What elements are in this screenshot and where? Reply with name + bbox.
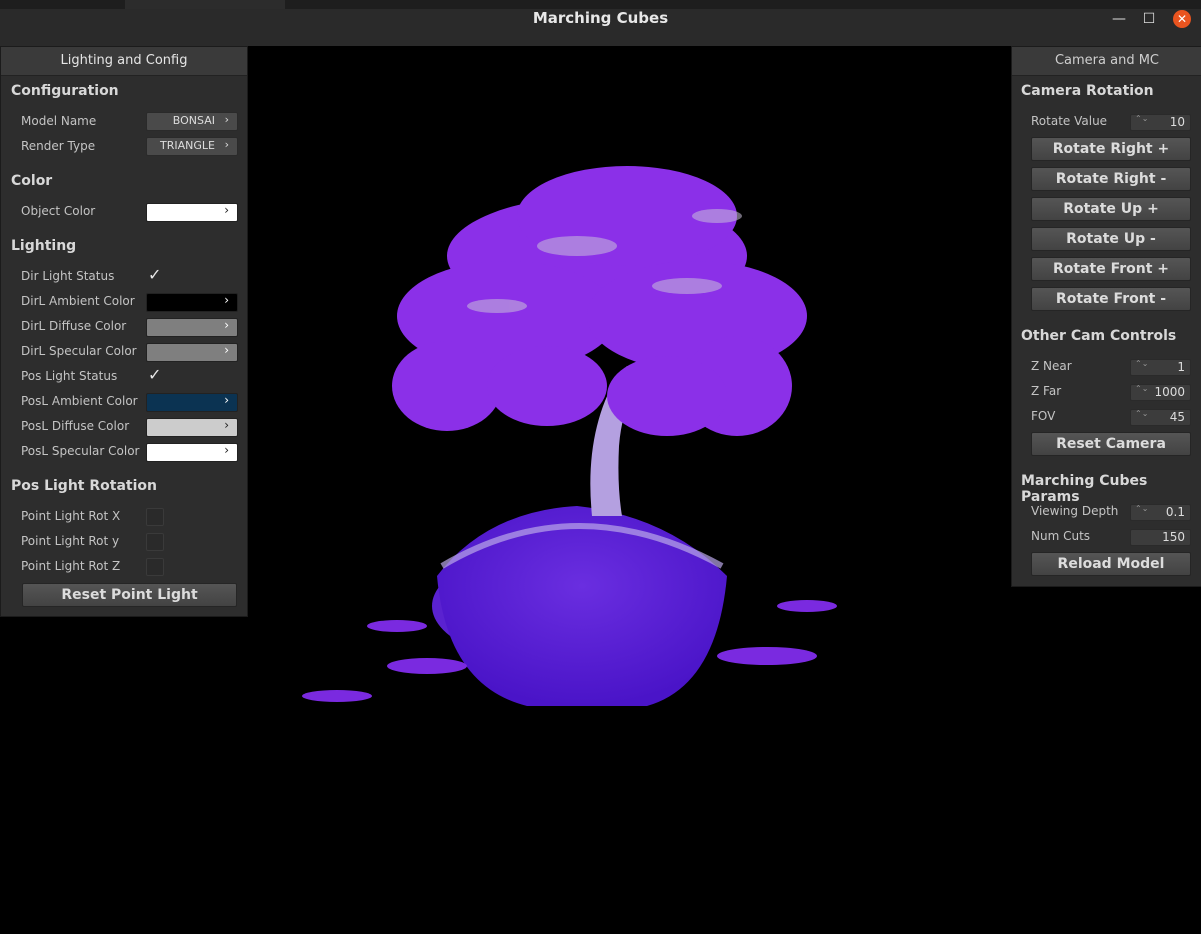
znear-value: 1 (1177, 360, 1185, 374)
minimize-icon[interactable]: — (1110, 10, 1128, 28)
pos-light-status-label: Pos Light Status (21, 369, 118, 383)
fov-label: FOV (1031, 409, 1056, 423)
reset-camera-button[interactable]: Reset Camera (1031, 432, 1191, 456)
znear-label: Z Near (1031, 359, 1072, 373)
reload-model-button[interactable]: Reload Model (1031, 552, 1191, 576)
section-camera-rotation: Camera Rotation (1021, 83, 1154, 99)
rot-z-checkbox[interactable] (146, 558, 164, 576)
rotate-right-plus-button[interactable]: Rotate Right + (1031, 137, 1191, 161)
rotate-up-plus-button[interactable]: Rotate Up + (1031, 197, 1191, 221)
camera-mc-panel: Camera and MC Camera Rotation Rotate Val… (1011, 46, 1201, 587)
rot-x-checkbox[interactable] (146, 508, 164, 526)
render-type-dropdown[interactable]: TRIANGLE › (146, 137, 238, 156)
lighting-config-panel: Lighting and Config Configuration Model … (0, 46, 248, 617)
chevron-right-icon: › (224, 443, 229, 457)
spinner-arrows-icon: ⌃⌄ (1135, 504, 1149, 513)
zfar-label: Z Far (1031, 384, 1062, 398)
chevron-right-icon: › (224, 343, 229, 357)
section-pos-light-rotation: Pos Light Rotation (11, 478, 157, 494)
chevron-right-icon: › (224, 293, 229, 307)
rotate-front-plus-button[interactable]: Rotate Front + (1031, 257, 1191, 281)
dir-light-status-checkbox[interactable]: ✓ (148, 267, 164, 283)
posl-ambient-label: PosL Ambient Color (21, 394, 138, 408)
num-cuts-label: Num Cuts (1031, 529, 1091, 543)
znear-spinner[interactable]: ⌃⌄ 1 (1130, 359, 1191, 376)
maximize-icon[interactable]: ☐ (1140, 10, 1158, 28)
3d-viewport[interactable] (247, 46, 1011, 930)
chevron-right-icon: › (224, 113, 229, 126)
spinner-arrows-icon: ⌃⌄ (1135, 384, 1149, 393)
spinner-arrows-icon: ⌃⌄ (1135, 359, 1149, 368)
posl-specular-swatch[interactable]: › (146, 443, 238, 462)
model-name-value: BONSAI (172, 114, 215, 127)
pos-light-status-checkbox[interactable]: ✓ (148, 367, 164, 383)
posl-diffuse-label: PosL Diffuse Color (21, 419, 130, 433)
chevron-right-icon: › (224, 138, 229, 151)
section-other-cam-controls: Other Cam Controls (1021, 328, 1177, 344)
rotate-up-minus-button[interactable]: Rotate Up - (1031, 227, 1191, 251)
zfar-spinner[interactable]: ⌃⌄ 1000 (1130, 384, 1191, 401)
foliage (392, 166, 807, 436)
chevron-right-icon: › (224, 393, 229, 407)
reset-point-light-button[interactable]: Reset Point Light (22, 583, 237, 607)
posl-specular-label: PosL Specular Color (21, 444, 140, 458)
dirl-ambient-swatch[interactable]: › (146, 293, 238, 312)
render-type-value: TRIANGLE (160, 139, 215, 152)
num-cuts-value: 150 (1162, 530, 1185, 544)
zfar-value: 1000 (1154, 385, 1185, 399)
rotate-value-spinner[interactable]: ⌃⌄ 10 (1130, 114, 1191, 131)
chevron-right-icon: › (224, 203, 229, 217)
top-strip (0, 0, 1201, 9)
dirl-diffuse-swatch[interactable]: › (146, 318, 238, 337)
model-name-dropdown[interactable]: BONSAI › (146, 112, 238, 131)
rotate-front-minus-button[interactable]: Rotate Front - (1031, 287, 1191, 311)
rotate-value-label: Rotate Value (1031, 114, 1108, 128)
panel-header[interactable]: Lighting and Config (1, 47, 247, 76)
section-mc-params: Marching Cubes Params (1021, 473, 1148, 505)
chevron-right-icon: › (224, 318, 229, 332)
taskbar-tab (125, 0, 285, 9)
viewing-depth-spinner[interactable]: ⌃⌄ 0.1 (1130, 504, 1191, 521)
section-color: Color (11, 173, 53, 189)
rot-z-label: Point Light Rot Z (21, 559, 121, 573)
object-color-swatch[interactable]: › (146, 203, 238, 222)
posl-diffuse-swatch[interactable]: › (146, 418, 238, 437)
section-configuration: Configuration (11, 83, 119, 99)
rotate-value: 10 (1169, 115, 1185, 129)
spinner-arrows-icon: ⌃⌄ (1135, 114, 1149, 123)
dir-light-status-label: Dir Light Status (21, 269, 115, 283)
fov-value: 45 (1169, 410, 1185, 424)
posl-ambient-swatch[interactable]: › (146, 393, 238, 412)
rotate-right-minus-button[interactable]: Rotate Right - (1031, 167, 1191, 191)
rot-y-label: Point Light Rot y (21, 534, 120, 548)
close-icon[interactable]: ✕ (1173, 10, 1191, 28)
spinner-arrows-icon: ⌃⌄ (1135, 409, 1149, 418)
window-title: Marching Cubes (532, 9, 669, 27)
rot-y-checkbox[interactable] (146, 533, 164, 551)
pot-body (437, 506, 727, 706)
viewing-depth-label: Viewing Depth (1031, 504, 1119, 518)
panel-header[interactable]: Camera and MC (1012, 47, 1201, 76)
dirl-specular-swatch[interactable]: › (146, 343, 238, 362)
dirl-ambient-label: DirL Ambient Color (21, 294, 135, 308)
chevron-right-icon: › (224, 418, 229, 432)
render-type-label: Render Type (21, 139, 96, 153)
dirl-specular-label: DirL Specular Color (21, 344, 137, 358)
dirl-diffuse-label: DirL Diffuse Color (21, 319, 127, 333)
bonsai-model-render (302, 166, 837, 706)
model-name-label: Model Name (21, 114, 97, 128)
section-lighting: Lighting (11, 238, 77, 254)
rot-x-label: Point Light Rot X (21, 509, 121, 523)
num-cuts-input[interactable]: 150 (1130, 529, 1191, 546)
viewing-depth-value: 0.1 (1165, 505, 1185, 519)
fov-spinner[interactable]: ⌃⌄ 45 (1130, 409, 1191, 426)
object-color-label: Object Color (21, 204, 96, 218)
